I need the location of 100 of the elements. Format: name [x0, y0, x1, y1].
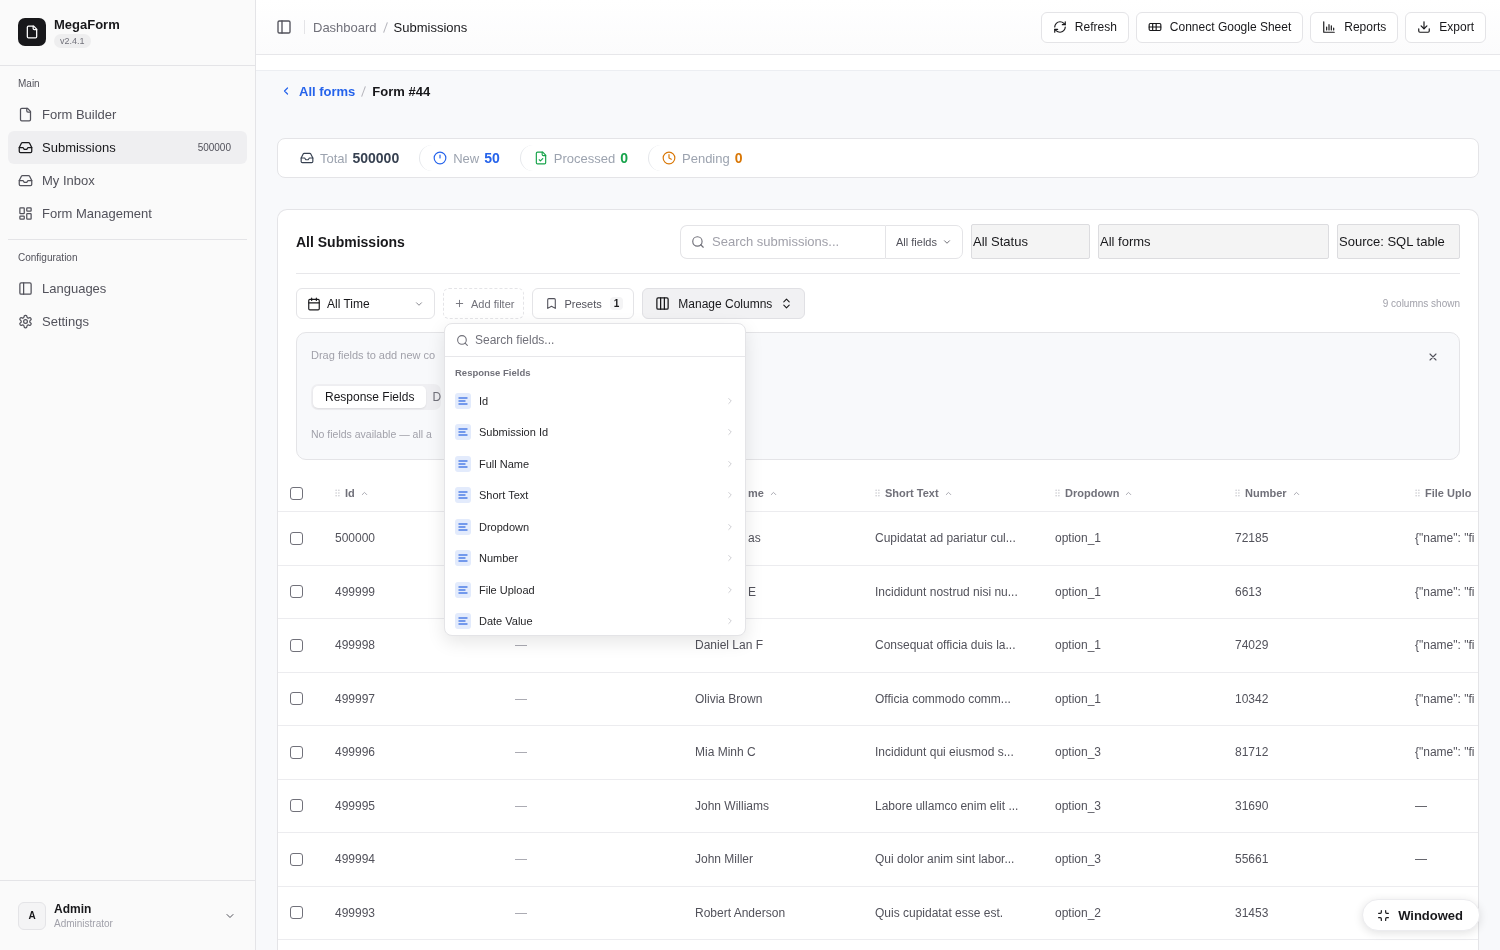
row-checkbox[interactable]: [290, 638, 303, 652]
row-checkbox[interactable]: [290, 799, 303, 813]
user-role: Administrator: [54, 916, 114, 931]
table-cell: 6613: [1235, 584, 1262, 599]
field-search-input[interactable]: Search fields...: [475, 333, 734, 347]
row-checkbox[interactable]: [290, 906, 303, 920]
field-menu-item[interactable]: Full Name: [445, 448, 745, 480]
table-cell: option_1: [1055, 531, 1102, 546]
text-lines-icon: [455, 455, 471, 472]
field-menu-item[interactable]: Date Value: [445, 605, 745, 637]
field-menu-item[interactable]: Dropdown: [445, 511, 745, 543]
export-button[interactable]: Export: [1405, 11, 1486, 43]
nav-item[interactable]: Form Management: [8, 197, 247, 230]
search-field[interactable]: Search submissions...: [680, 224, 885, 259]
connect-sheet-button[interactable]: Connect Google Sheet: [1135, 11, 1304, 43]
row-checkbox[interactable]: [290, 531, 303, 545]
field-menu-item[interactable]: Short Text: [445, 479, 745, 511]
field-menu-item[interactable]: File Upload: [445, 574, 745, 606]
windowed-button[interactable]: Windowed: [1362, 899, 1480, 931]
table-cell: John Williams: [695, 798, 769, 813]
column-header[interactable]: Id: [345, 487, 355, 499]
text-lines-icon: [455, 581, 471, 598]
row-checkbox[interactable]: [290, 745, 303, 759]
table-cell: 499996: [335, 745, 376, 760]
user-name: Admin: [54, 900, 93, 917]
table-cell: {"name": "fi: [1415, 745, 1475, 760]
table-cell: 81712: [1235, 745, 1269, 760]
calendar-icon: [307, 296, 321, 311]
refresh-button[interactable]: Refresh: [1040, 11, 1129, 43]
count-badge: 1: [609, 297, 624, 310]
table-cell: 72185: [1235, 531, 1269, 546]
status-select[interactable]: All Status: [971, 224, 1090, 259]
manage-columns-button[interactable]: Manage Columns: [642, 288, 806, 319]
breadcrumb-link[interactable]: Dashboard: [313, 19, 377, 35]
column-header[interactable]: Number: [1245, 487, 1287, 499]
stat-label: New: [453, 150, 480, 166]
select-all-checkbox[interactable]: [290, 486, 303, 500]
panel-tab[interactable]: D: [426, 386, 442, 408]
grip-icon[interactable]: [1415, 489, 1420, 497]
grip-icon[interactable]: [335, 489, 340, 497]
table-cell: E: [748, 584, 756, 599]
row-checkbox[interactable]: [290, 692, 303, 706]
table-cell: 31453: [1235, 905, 1269, 920]
chevron-right-icon: [725, 521, 735, 532]
nav-item[interactable]: Settings: [8, 305, 247, 338]
circle-icon: [433, 151, 448, 165]
add-filter-button[interactable]: Add filter: [443, 288, 525, 319]
table-cell: 74029: [1235, 638, 1269, 653]
chevron-right-icon: [725, 458, 735, 469]
gear-icon: [18, 314, 33, 329]
field-menu-item[interactable]: Id: [445, 385, 745, 417]
table-cell: —: [1415, 852, 1427, 867]
plus-icon: [454, 298, 465, 309]
bar-chart-icon: [1322, 20, 1337, 34]
table-cell: 500000: [335, 531, 376, 546]
field-menu-item[interactable]: Submission Id: [445, 416, 745, 448]
search-icon: [456, 333, 469, 347]
table-cell: option_3: [1055, 798, 1102, 813]
panel-icon: [18, 281, 33, 296]
row-checkbox[interactable]: [290, 852, 303, 866]
stat-value: 50: [484, 150, 500, 166]
chevron-right-icon: [725, 427, 735, 438]
table-cell: Olivia Brown: [695, 691, 763, 706]
grip-icon[interactable]: [875, 489, 880, 497]
nav-item[interactable]: Form Builder: [8, 98, 247, 131]
scope-select[interactable]: All fields: [885, 224, 963, 259]
nav-section-title: Configuration: [17, 251, 79, 265]
text-lines-icon: [455, 518, 471, 535]
row-checkbox[interactable]: [290, 585, 303, 599]
grip-icon[interactable]: [1235, 489, 1240, 497]
table-cell: Cupidatat ad pariatur cul...: [875, 531, 1016, 546]
stat-value: 500000: [352, 150, 400, 166]
table-cell: {"name": "fi: [1415, 638, 1475, 653]
nav-item[interactable]: My Inbox: [8, 164, 247, 197]
inbox-icon: [18, 140, 33, 155]
table-cell: option_1: [1055, 638, 1102, 653]
table-cell: —: [515, 798, 527, 813]
empty-message: No fields available — all a: [311, 427, 432, 441]
grip-icon[interactable]: [1055, 489, 1060, 497]
date-range-select[interactable]: All Time: [296, 288, 435, 319]
column-header[interactable]: me: [748, 487, 764, 499]
nav-item[interactable]: Languages: [8, 272, 247, 305]
close-icon[interactable]: [1427, 351, 1439, 363]
table-icon: [1147, 20, 1162, 34]
source-select[interactable]: Source: SQL table: [1337, 224, 1460, 259]
nav-item[interactable]: Submissions 500000: [8, 131, 247, 164]
file-check-icon: [533, 151, 548, 165]
search-icon: [691, 234, 705, 249]
sidebar-toggle-icon[interactable]: [276, 19, 292, 35]
column-header[interactable]: File Uplo: [1425, 487, 1472, 499]
table-cell: 31690: [1235, 798, 1269, 813]
column-header[interactable]: Dropdown: [1065, 487, 1120, 499]
table-cell: 10342: [1235, 691, 1269, 706]
presets-button[interactable]: Presets 1: [532, 288, 635, 319]
reports-button[interactable]: Reports: [1310, 11, 1399, 43]
form-select[interactable]: All forms: [1098, 224, 1329, 259]
panel-tab[interactable]: Response Fields: [313, 386, 427, 408]
field-menu-item[interactable]: Number: [445, 542, 745, 574]
column-header[interactable]: Short Text: [885, 487, 939, 499]
back-link[interactable]: All forms: [277, 83, 356, 99]
